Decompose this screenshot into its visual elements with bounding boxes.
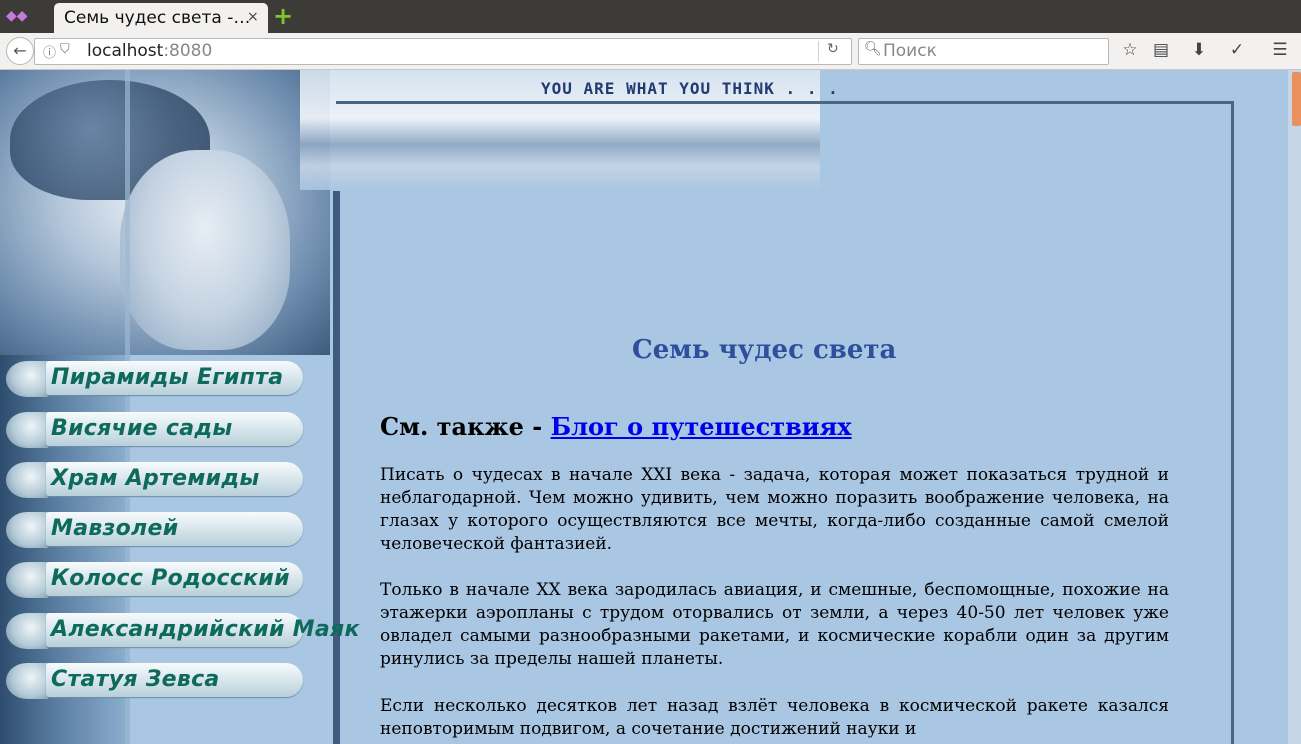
statue-face bbox=[120, 150, 290, 350]
frame-right-border bbox=[1231, 101, 1234, 744]
tab-active[interactable]: Семь чудес света -… × bbox=[54, 3, 268, 33]
menu-ball-icon bbox=[6, 412, 48, 448]
search-placeholder: Поиск bbox=[883, 41, 937, 61]
url-host: localhost bbox=[87, 41, 164, 61]
travel-blog-link[interactable]: Блог о путешествиях bbox=[551, 412, 852, 441]
menu-ball-icon bbox=[6, 361, 48, 397]
see-also-heading: См. также - Блог о путешествиях bbox=[380, 412, 852, 441]
frame-top-border bbox=[336, 101, 1234, 104]
web-page: YOU ARE WHAT YOU THINK . . . Пирамиды Ег… bbox=[0, 70, 1288, 744]
menu-ball-icon bbox=[6, 512, 48, 548]
statue-image bbox=[0, 70, 330, 355]
scrollbar-thumb[interactable] bbox=[1292, 72, 1301, 126]
browser-titlebar: ◆◆ Семь чудес света -… × + bbox=[0, 0, 1301, 33]
menu-item-label[interactable]: Пирамиды Египта bbox=[51, 365, 283, 390]
menu-ball-icon bbox=[6, 663, 48, 699]
menu-ball-icon bbox=[6, 562, 48, 598]
tab-title: Семь чудес света -… bbox=[64, 8, 251, 28]
menu-ball-icon bbox=[6, 462, 48, 498]
url-bar[interactable]: ⓘ ⛉ localhost:8080 ↻ bbox=[34, 38, 852, 65]
download-icon[interactable]: ⬇ bbox=[1188, 40, 1210, 60]
shield-icon[interactable]: ⛉ bbox=[60, 42, 70, 57]
menu-item-label[interactable]: Висячие сады bbox=[51, 416, 233, 441]
bookmark-star-icon[interactable]: ☆ bbox=[1119, 40, 1141, 60]
browser-navbar: ← ⓘ ⛉ localhost:8080 ↻ 🔍︎ Поиск ☆ ▤ ⬇ ✓ … bbox=[0, 33, 1301, 70]
menu-icon[interactable]: ☰ bbox=[1269, 40, 1291, 60]
banner-slogan: YOU ARE WHAT YOU THINK . . . bbox=[541, 79, 839, 98]
menu-item-label[interactable]: Мавзолей bbox=[51, 516, 178, 541]
menu-item-label[interactable]: Храм Артемиды bbox=[51, 466, 260, 491]
new-tab-icon[interactable]: + bbox=[272, 4, 294, 28]
search-input[interactable]: 🔍︎ Поиск bbox=[858, 38, 1109, 65]
menu-item-label[interactable]: Александрийский Маяк bbox=[51, 617, 360, 642]
close-tab-icon[interactable]: × bbox=[247, 9, 259, 25]
info-icon[interactable]: ⓘ bbox=[43, 42, 56, 61]
url-text[interactable]: localhost:8080 bbox=[87, 41, 212, 61]
search-icon: 🔍︎ bbox=[864, 41, 882, 57]
back-icon[interactable]: ← bbox=[6, 37, 34, 65]
paragraph: Писать о чудесах в начале XXI века - зад… bbox=[380, 465, 1169, 554]
private-mask-icon: ◆◆ bbox=[6, 8, 28, 24]
url-divider bbox=[818, 41, 819, 62]
reload-icon[interactable]: ↻ bbox=[827, 41, 839, 57]
see-also-prefix: См. также - bbox=[380, 412, 551, 441]
reading-list-icon[interactable]: ▤ bbox=[1150, 40, 1172, 60]
paragraph: Только в начале XX века зародилась авиац… bbox=[380, 580, 1169, 669]
url-port: :8080 bbox=[163, 41, 213, 61]
paragraph: Если несколько десятков лет назад взлёт … bbox=[380, 696, 1169, 739]
menu-ball-icon bbox=[6, 613, 48, 649]
page-scrollbar[interactable] bbox=[1288, 70, 1301, 744]
menu-item-label[interactable]: Статуя Зевса bbox=[51, 667, 220, 692]
page-title: Семь чудес света bbox=[632, 335, 897, 365]
frame-left-border bbox=[333, 191, 340, 744]
menu-item-label[interactable]: Колосс Родосский bbox=[51, 566, 290, 591]
pocket-icon[interactable]: ✓ bbox=[1226, 40, 1248, 60]
